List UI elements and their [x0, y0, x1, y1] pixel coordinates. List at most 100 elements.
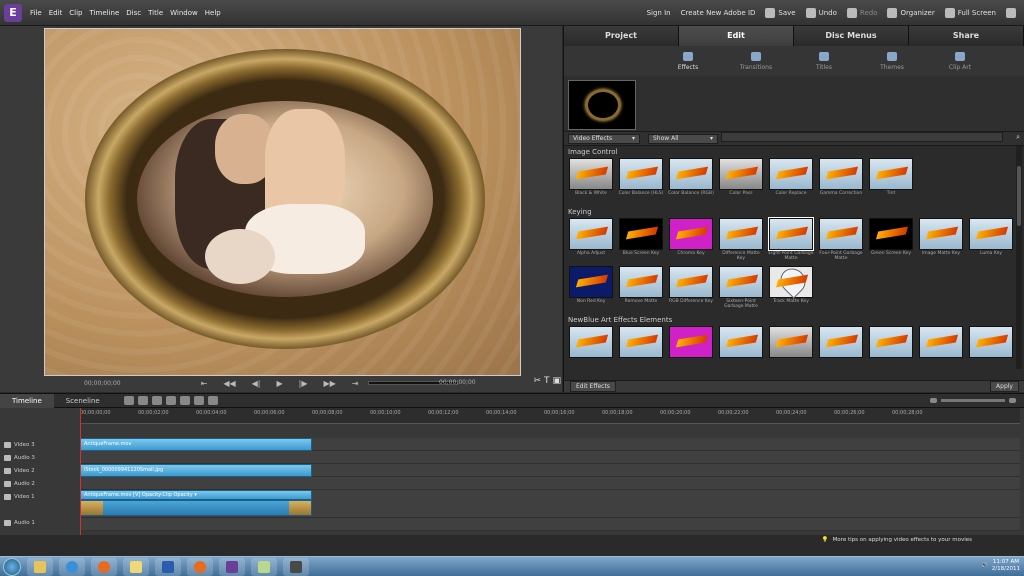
clip-video-2[interactable]: iStock_000009941120Small.jpg [80, 464, 312, 477]
subtab-transitions[interactable]: Transitions [731, 46, 781, 76]
effect-tile[interactable]: Tint [868, 158, 914, 202]
clock[interactable]: 11:07 AM 2/18/2011 [992, 559, 1020, 573]
sign-in-link[interactable]: Sign In [647, 9, 671, 17]
play-button[interactable]: ▶ [276, 379, 282, 388]
effect-tile[interactable]: Remove Matte [618, 266, 664, 310]
step-back-button[interactable]: ◀| [252, 379, 261, 388]
smart-trim-icon[interactable] [151, 396, 162, 405]
menu-title[interactable]: Title [148, 9, 163, 17]
tab-project[interactable]: Project [564, 26, 679, 46]
effect-tile[interactable] [618, 326, 664, 369]
category-newblue[interactable]: NewBlue Art Effects Elements [568, 314, 1024, 326]
volume-icon[interactable]: 🔊 [981, 563, 988, 569]
track-header-video-3[interactable]: Video 3 [0, 438, 80, 451]
menu-edit[interactable]: Edit [49, 9, 63, 17]
title-tool-icon[interactable]: T [544, 376, 550, 386]
taskbar-app[interactable] [251, 557, 277, 576]
home-button[interactable] [1006, 8, 1016, 18]
tab-sceneline[interactable]: Sceneline [54, 394, 112, 408]
effect-tile[interactable]: Difference Matte Key [718, 218, 764, 262]
taskbar-premiere-elements[interactable] [219, 557, 245, 576]
effect-tile[interactable] [668, 326, 714, 369]
effect-tile[interactable]: Four-Point Garbage Matte [818, 218, 864, 262]
effect-type-select[interactable]: Video Effects ▾ [568, 133, 640, 144]
apply-button[interactable]: Apply [990, 381, 1019, 392]
start-button[interactable] [3, 557, 21, 576]
subtab-clip-art[interactable]: Clip Art [935, 46, 985, 76]
taskbar-explorer[interactable] [27, 557, 53, 576]
effect-tile[interactable] [818, 326, 864, 369]
effect-tile[interactable]: Black & White [568, 158, 614, 202]
audio-mixer-icon[interactable] [193, 396, 204, 405]
narration-icon[interactable] [207, 396, 218, 405]
effect-search-input[interactable] [721, 132, 1003, 142]
taskbar-ie[interactable] [59, 557, 85, 576]
organizer-button[interactable]: Organizer [887, 8, 935, 18]
effect-tile[interactable]: Color Balance (HLS) [618, 158, 664, 202]
undo-button[interactable]: Undo [805, 8, 837, 18]
track-header-video-1[interactable]: Video 1 [0, 490, 80, 503]
smart-mix-icon[interactable] [137, 396, 148, 405]
split-clip-icon[interactable]: ✂ [533, 376, 541, 386]
full-screen-button[interactable]: Full Screen [944, 8, 996, 18]
effect-tile[interactable]: Color Replace [768, 158, 814, 202]
taskbar-firefox-2[interactable] [187, 557, 213, 576]
tab-share[interactable]: Share [909, 26, 1024, 46]
track-header-audio-2[interactable]: Audio 2 [0, 477, 80, 490]
zoom-slider[interactable] [941, 399, 1005, 402]
category-image-control[interactable]: Image Control [568, 146, 1024, 158]
effect-tile[interactable]: Alpha Adjust [568, 218, 614, 262]
effect-tile[interactable] [568, 326, 614, 369]
create-id-link[interactable]: Create New Adobe ID [681, 9, 756, 17]
menu-disc[interactable]: Disc [126, 9, 141, 17]
preview-canvas[interactable] [44, 28, 521, 376]
taskbar-app-2[interactable] [283, 557, 309, 576]
time-ruler[interactable]: 00;00;00;00 00;00;02;00 00;00;04;00 00;0… [80, 408, 1020, 424]
pointer-tool-icon[interactable] [123, 396, 134, 405]
subtab-effects[interactable]: Effects [663, 46, 713, 76]
menu-clip[interactable]: Clip [69, 9, 82, 17]
subtab-titles[interactable]: Titles [799, 46, 849, 76]
menu-file[interactable]: File [30, 9, 42, 17]
subtab-themes[interactable]: Themes [867, 46, 917, 76]
effect-tile[interactable]: Gamma Correction [818, 158, 864, 202]
show-select[interactable]: Show All ▾ [648, 133, 718, 144]
snapshot-icon[interactable]: ▣ [552, 376, 561, 386]
effect-tile[interactable] [868, 326, 914, 369]
tab-timeline[interactable]: Timeline [0, 393, 54, 408]
add-menu-marker-icon[interactable] [179, 396, 190, 405]
effect-tile[interactable]: Chroma Key [668, 218, 714, 262]
rewind-button[interactable]: ◀◀ [223, 379, 235, 388]
effect-tile[interactable]: Green Screen Key [868, 218, 914, 262]
taskbar-word[interactable] [155, 557, 181, 576]
effect-tile[interactable]: Non Red Key [568, 266, 614, 310]
effect-tile[interactable] [718, 326, 764, 369]
taskbar-folder[interactable] [123, 557, 149, 576]
track-header-audio-3[interactable]: Audio 3 [0, 451, 80, 464]
fast-forward-button[interactable]: ▶▶ [324, 379, 336, 388]
effect-tile[interactable] [968, 326, 1014, 369]
edit-effects-button[interactable]: Edit Effects [570, 381, 616, 392]
goto-end-button[interactable]: ⇥ [352, 379, 359, 388]
marker-icon[interactable] [165, 396, 176, 405]
effects-scrollbar[interactable] [1016, 146, 1022, 369]
effect-tile[interactable]: Blue Screen Key [618, 218, 664, 262]
zoom-out-icon[interactable] [930, 398, 937, 403]
effect-tile[interactable]: Sixteen-Point Garbage Matte [718, 266, 764, 310]
clip-video-1[interactable]: AntiqueFrame.mov [V] Opacity:Clip Opacit… [80, 490, 312, 500]
playhead[interactable] [80, 408, 81, 544]
save-button[interactable]: Save [765, 8, 796, 18]
step-forward-button[interactable]: |▶ [299, 379, 308, 388]
track-header-video-2[interactable]: Video 2 [0, 464, 80, 477]
effect-tile[interactable]: Track Matte Key [768, 266, 814, 310]
clip-video-3[interactable]: AntiqueFrame.mov [80, 438, 312, 451]
search-icon[interactable]: ⌕ [1016, 133, 1020, 142]
effect-tile-selected[interactable]: Eight-Point Garbage Matte [768, 217, 814, 262]
track-header-audio-1[interactable]: Audio 1 [0, 516, 80, 529]
redo-button[interactable]: Redo [846, 8, 877, 18]
effect-tile[interactable]: Color Balance (RGB) [668, 158, 714, 202]
effect-tile[interactable]: Image Matte Key [918, 218, 964, 262]
taskbar-firefox[interactable] [91, 557, 117, 576]
tab-disc-menus[interactable]: Disc Menus [794, 26, 909, 46]
effect-tile[interactable] [768, 326, 814, 369]
